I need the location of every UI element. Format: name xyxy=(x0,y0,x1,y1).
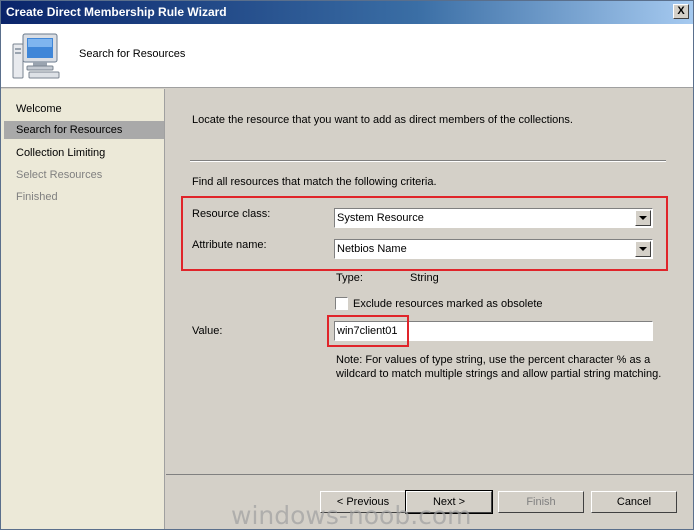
wizard-sidebar: Welcome Search for Resources Collection … xyxy=(1,89,165,529)
type-value: String xyxy=(410,272,439,284)
sidebar-item-search-for-resources[interactable]: Search for Resources xyxy=(4,121,164,139)
resource-class-value: System Resource xyxy=(337,212,424,224)
wizard-window: Create Direct Membership Rule Wizard X S… xyxy=(0,0,694,530)
attribute-name-dropdown[interactable]: Netbios Name xyxy=(334,239,653,259)
page-title: Search for Resources xyxy=(79,48,186,60)
attribute-name-value: Netbios Name xyxy=(337,243,407,255)
value-highlight-box xyxy=(327,315,409,347)
criteria-text: Find all resources that match the follow… xyxy=(192,176,437,188)
value-label: Value: xyxy=(192,325,223,337)
sidebar-item-welcome[interactable]: Welcome xyxy=(4,100,164,118)
separator xyxy=(190,160,666,162)
note-text: Note: For values of type string, use the… xyxy=(336,354,662,380)
exclude-obsolete-checkbox[interactable] xyxy=(335,297,348,310)
window-title: Create Direct Membership Rule Wizard xyxy=(6,5,227,19)
wizard-header: Search for Resources xyxy=(1,24,693,88)
exclude-obsolete-label: Exclude resources marked as obsolete xyxy=(353,298,543,310)
resource-class-label: Resource class: xyxy=(192,208,271,220)
sidebar-item-collection-limiting[interactable]: Collection Limiting xyxy=(4,144,164,162)
cancel-button[interactable]: Cancel xyxy=(591,491,677,513)
sidebar-item-select-resources: Select Resources xyxy=(16,169,103,181)
attribute-name-label: Attribute name: xyxy=(192,239,267,251)
title-bar: Create Direct Membership Rule Wizard X xyxy=(1,1,693,24)
watermark: windows-noob.com xyxy=(231,501,472,530)
close-button[interactable]: X xyxy=(673,4,689,19)
resource-class-dropdown[interactable]: System Resource xyxy=(334,208,653,228)
intro-text: Locate the resource that you want to add… xyxy=(192,114,573,126)
chevron-down-icon[interactable] xyxy=(635,241,651,257)
type-label: Type: xyxy=(336,272,363,284)
wizard-content: Locate the resource that you want to add… xyxy=(166,89,693,474)
finish-button: Finish xyxy=(498,491,584,513)
chevron-down-icon[interactable] xyxy=(635,210,651,226)
sidebar-item-finished: Finished xyxy=(16,191,58,203)
computer-icon xyxy=(12,33,60,79)
